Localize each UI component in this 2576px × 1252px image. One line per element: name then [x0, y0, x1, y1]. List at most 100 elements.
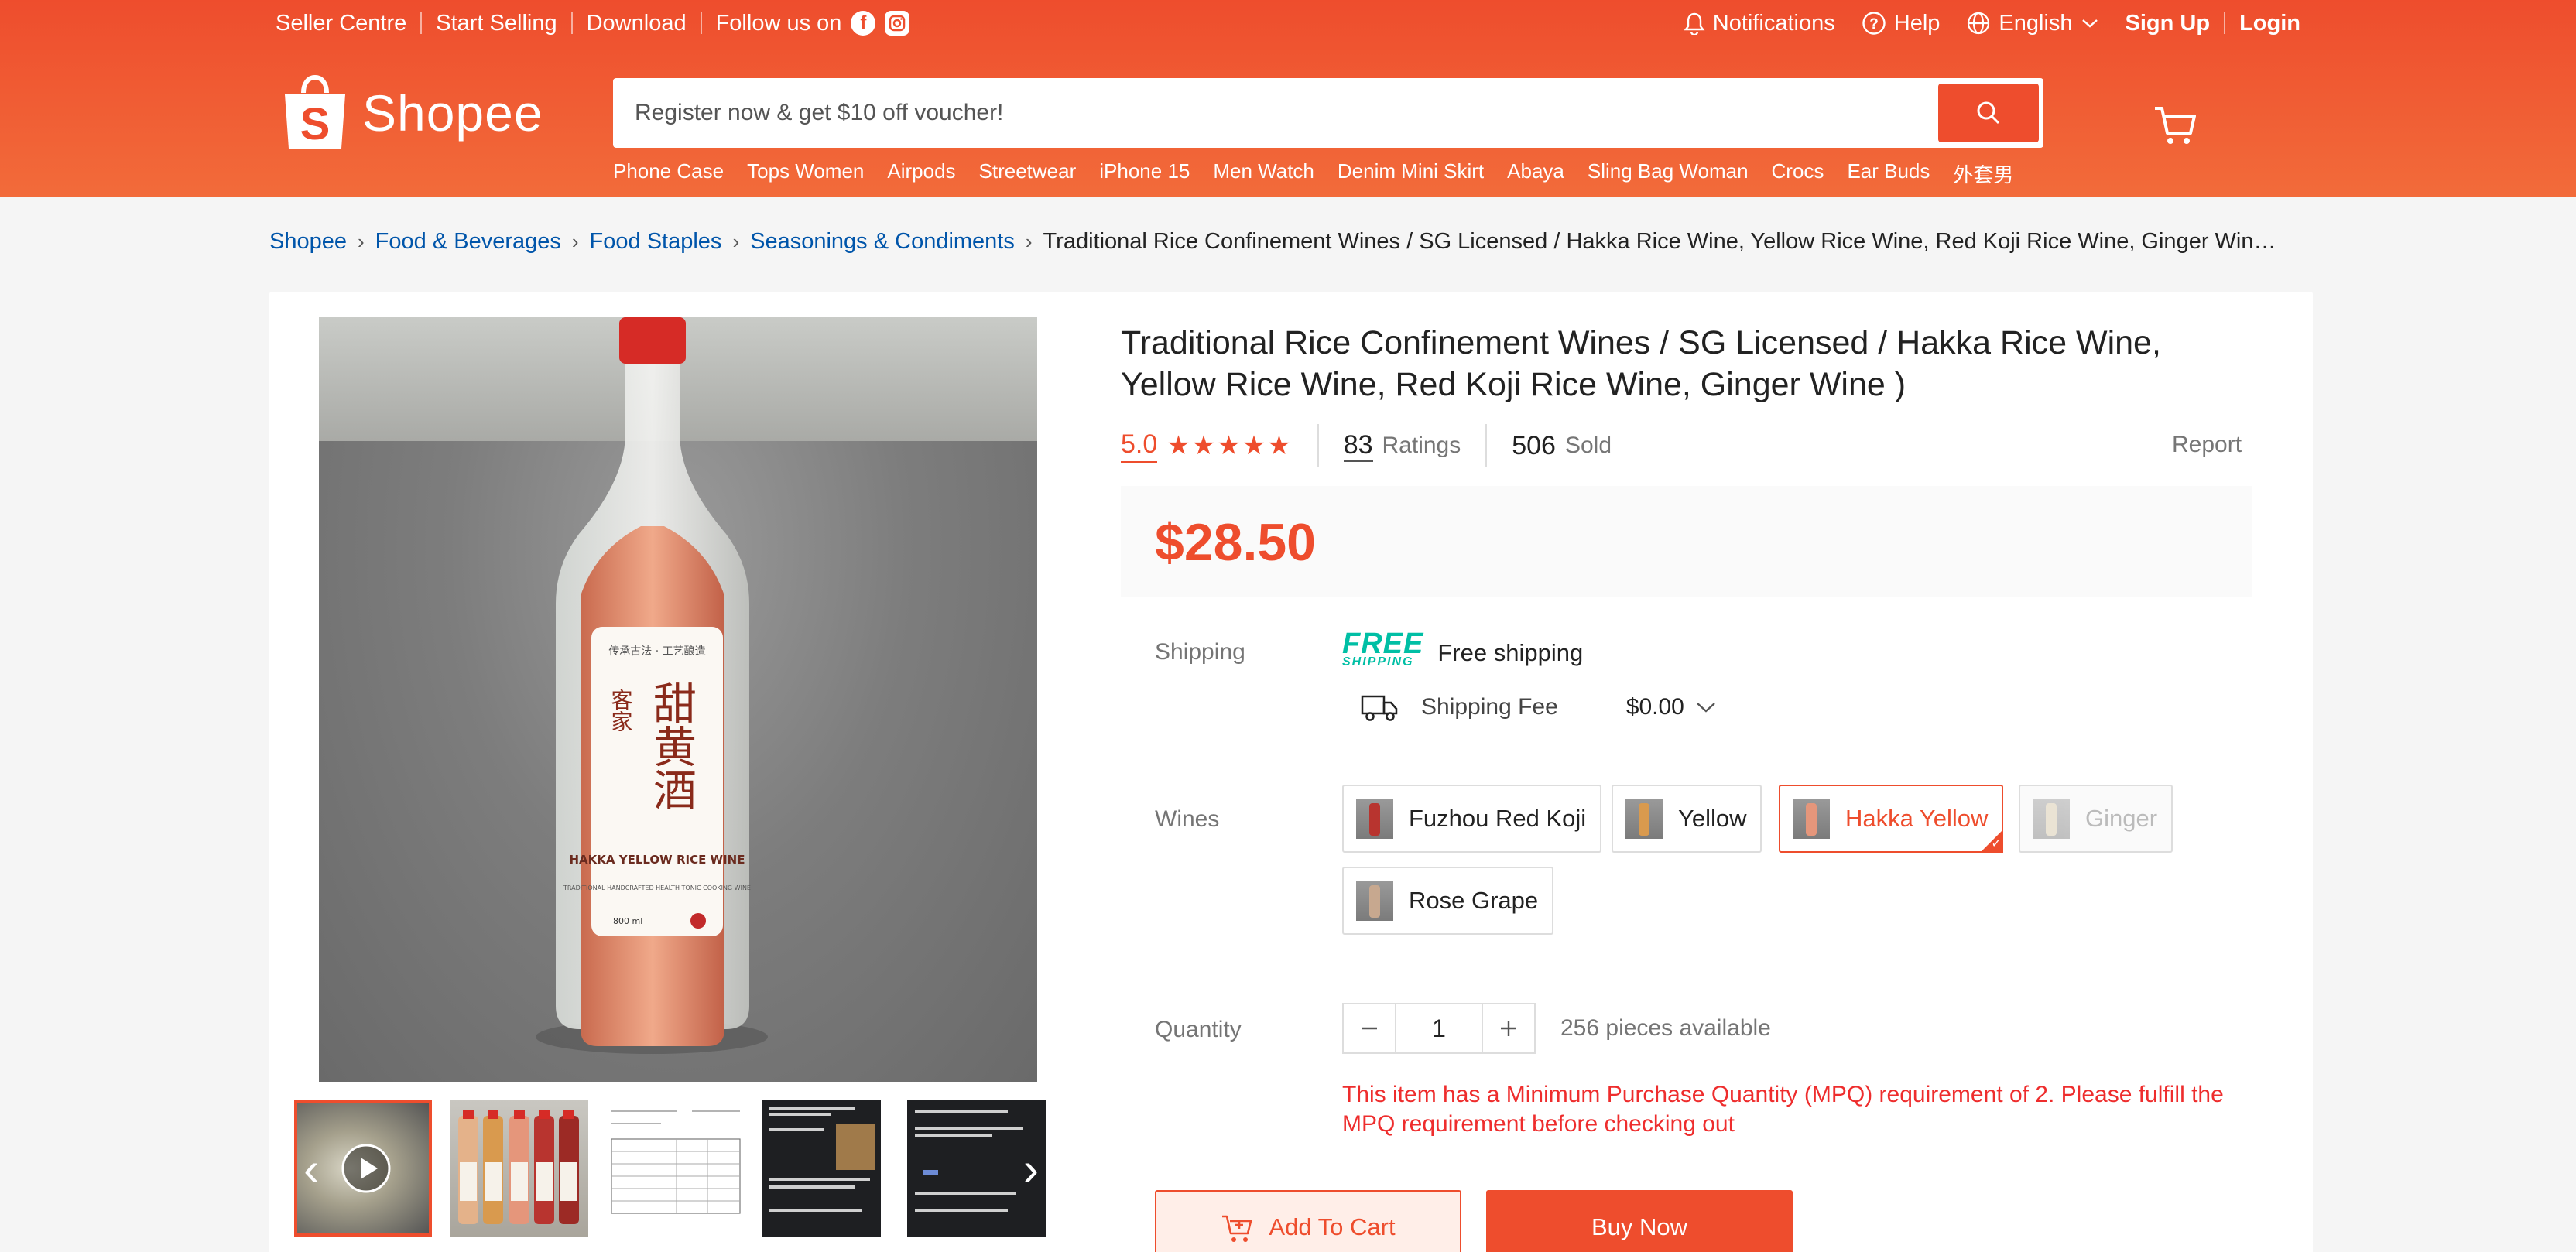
wines-label: Wines [1155, 806, 1220, 832]
bottles-image [458, 1110, 579, 1224]
shopee-logo[interactable]: S Shopee [280, 73, 543, 153]
search-suggestion-link[interactable]: iPhone 15 [1099, 159, 1190, 188]
thumbnail-bottles[interactable] [450, 1100, 588, 1237]
search-suggestion-link[interactable]: 外套男 [1953, 159, 2013, 188]
variation-label: Ginger [2085, 805, 2158, 832]
report-link[interactable]: Report [2172, 432, 2242, 458]
search-suggestions: Phone Case Tops Women Airpods Streetwear iPh… [613, 159, 2013, 188]
start-selling-link[interactable]: Start Selling [436, 11, 557, 36]
help-label: Help [1893, 10, 1941, 36]
decrease-quantity-button[interactable] [1342, 1003, 1396, 1054]
variation-option[interactable]: Hakka Yellow [1779, 785, 2004, 853]
ratings-label: Ratings [1382, 433, 1461, 458]
shipping-fee[interactable]: Shipping Fee $0.00 [1361, 692, 1717, 723]
variation-option: Ginger [2019, 785, 2174, 853]
divider [570, 12, 573, 34]
product-stats: 5.0 ★★★★★ 83 Ratings 506 Sold [1121, 424, 1612, 467]
search-suggestion-link[interactable]: Streetwear [979, 159, 1077, 188]
breadcrumb-link[interactable]: Shopee [269, 229, 347, 255]
buy-now-button[interactable]: Buy Now [1486, 1190, 1793, 1252]
shopee-bag-icon: S [285, 74, 345, 149]
thumbnail-document[interactable] [607, 1100, 745, 1237]
wine-bottle-illustration: 传承古法 · 工艺酿造 客家 甜黄酒 HAKKA YELLOW RICE WIN… [536, 317, 768, 1054]
variation-option[interactable]: Rose Grape [1342, 867, 1554, 935]
shipping-label: Shipping [1155, 639, 1245, 665]
review-screenshot-image [769, 1107, 875, 1212]
add-to-cart-button[interactable]: Add To Cart [1155, 1190, 1461, 1252]
pieces-available: 256 pieces available [1560, 1015, 1771, 1041]
chevron-right-icon: › [571, 230, 579, 253]
cart-icon[interactable] [2152, 104, 2198, 147]
search-button[interactable] [1938, 84, 2039, 142]
wine-bottle-thumbnail [1625, 799, 1663, 839]
login-link[interactable]: Login [2239, 11, 2300, 36]
svg-text:?: ? [1869, 16, 1879, 32]
divider [700, 12, 702, 34]
divider [1485, 424, 1488, 467]
globe-icon [1968, 12, 1990, 35]
variation-label: Hakka Yellow [1845, 805, 1989, 832]
sold-label: Sold [1564, 433, 1612, 458]
quantity-input[interactable]: 1 [1396, 1003, 1482, 1054]
label-en: HAKKA YELLOW RICE WINE [570, 853, 745, 867]
search-suggestion-link[interactable]: Crocs [1772, 159, 1824, 188]
download-link[interactable]: Download [587, 11, 687, 36]
bell-icon [1684, 12, 1705, 35]
notifications-link[interactable]: Notifications [1684, 11, 1835, 36]
label-cn-side: 客家 [608, 689, 634, 732]
selected-check-icon [1980, 830, 2004, 853]
seller-centre-link[interactable]: Seller Centre [276, 11, 406, 36]
variation-option[interactable]: Yellow [1612, 785, 1762, 853]
logo-text: Shopee [362, 84, 543, 142]
thumbnail-prev-arrow[interactable]: ‹ [296, 1130, 327, 1207]
increase-quantity-button[interactable] [1482, 1003, 1536, 1054]
help-link[interactable]: ? Help [1862, 10, 1941, 36]
wine-bottle-thumbnail [1356, 881, 1393, 921]
rating-stars: ★★★★★ [1166, 430, 1292, 461]
breadcrumb-link[interactable]: Food & Beverages [375, 229, 561, 255]
search-suggestion-link[interactable]: Abaya [1507, 159, 1564, 188]
chevron-right-icon: › [732, 230, 740, 253]
variation-option[interactable]: Fuzhou Red Koji [1342, 785, 1602, 853]
rating-score[interactable]: 5.0 [1121, 429, 1158, 463]
add-to-cart-icon [1222, 1215, 1252, 1242]
star-icon: ★ [1191, 431, 1218, 460]
mpq-warning: This item has a Minimum Purchase Quantit… [1342, 1082, 2224, 1137]
language-selector[interactable]: English [1966, 11, 2098, 36]
search-suggestion-link[interactable]: Tops Women [747, 159, 864, 188]
search-suggestion-link[interactable]: Phone Case [613, 159, 724, 188]
site-header: Seller Centre Start Selling Download Fol… [0, 0, 2576, 197]
play-icon [341, 1144, 391, 1193]
wine-bottle-thumbnail [1356, 799, 1393, 839]
facebook-icon[interactable]: f [851, 11, 876, 36]
svg-text:S: S [300, 99, 331, 149]
breadcrumb-link[interactable]: Food Staples [590, 229, 722, 255]
variation-label: Fuzhou Red Koji [1409, 805, 1587, 832]
quantity-label: Quantity [1155, 1017, 1242, 1042]
instagram-icon[interactable] [885, 11, 910, 36]
wine-bottle-thumbnail [1793, 799, 1830, 839]
search-suggestion-link[interactable]: Airpods [887, 159, 955, 188]
divider [420, 12, 423, 34]
ratings-count[interactable]: 83 [1343, 430, 1373, 462]
search-bar [613, 78, 2043, 148]
thumbnail-review-1[interactable] [762, 1100, 881, 1237]
search-suggestion-link[interactable]: Ear Buds [1847, 159, 1930, 188]
product-main-image[interactable]: 传承古法 · 工艺酿造 客家 甜黄酒 HAKKA YELLOW RICE WIN… [319, 317, 1037, 1082]
price-box: $28.50 [1121, 486, 2252, 597]
search-suggestion-link[interactable]: Denim Mini Skirt [1338, 159, 1484, 188]
search-suggestion-link[interactable]: Sling Bag Woman [1588, 159, 1749, 188]
variation-label: Yellow [1678, 805, 1747, 832]
help-icon: ? [1862, 12, 1886, 35]
breadcrumb-link[interactable]: Seasonings & Condiments [750, 229, 1015, 255]
variation-label: Rose Grape [1409, 887, 1539, 914]
star-icon: ★ [1242, 431, 1268, 460]
star-icon: ★ [1217, 431, 1242, 460]
divider [1317, 424, 1319, 467]
search-input[interactable] [618, 100, 1938, 126]
free-shipping: FREE SHIPPING Free shipping [1342, 629, 1583, 672]
search-suggestion-link[interactable]: Men Watch [1213, 159, 1314, 188]
thumbnail-strip: ‹ › [294, 1099, 1068, 1238]
thumbnail-next-arrow[interactable]: › [1016, 1130, 1046, 1207]
sign-up-link[interactable]: Sign Up [2126, 11, 2211, 36]
